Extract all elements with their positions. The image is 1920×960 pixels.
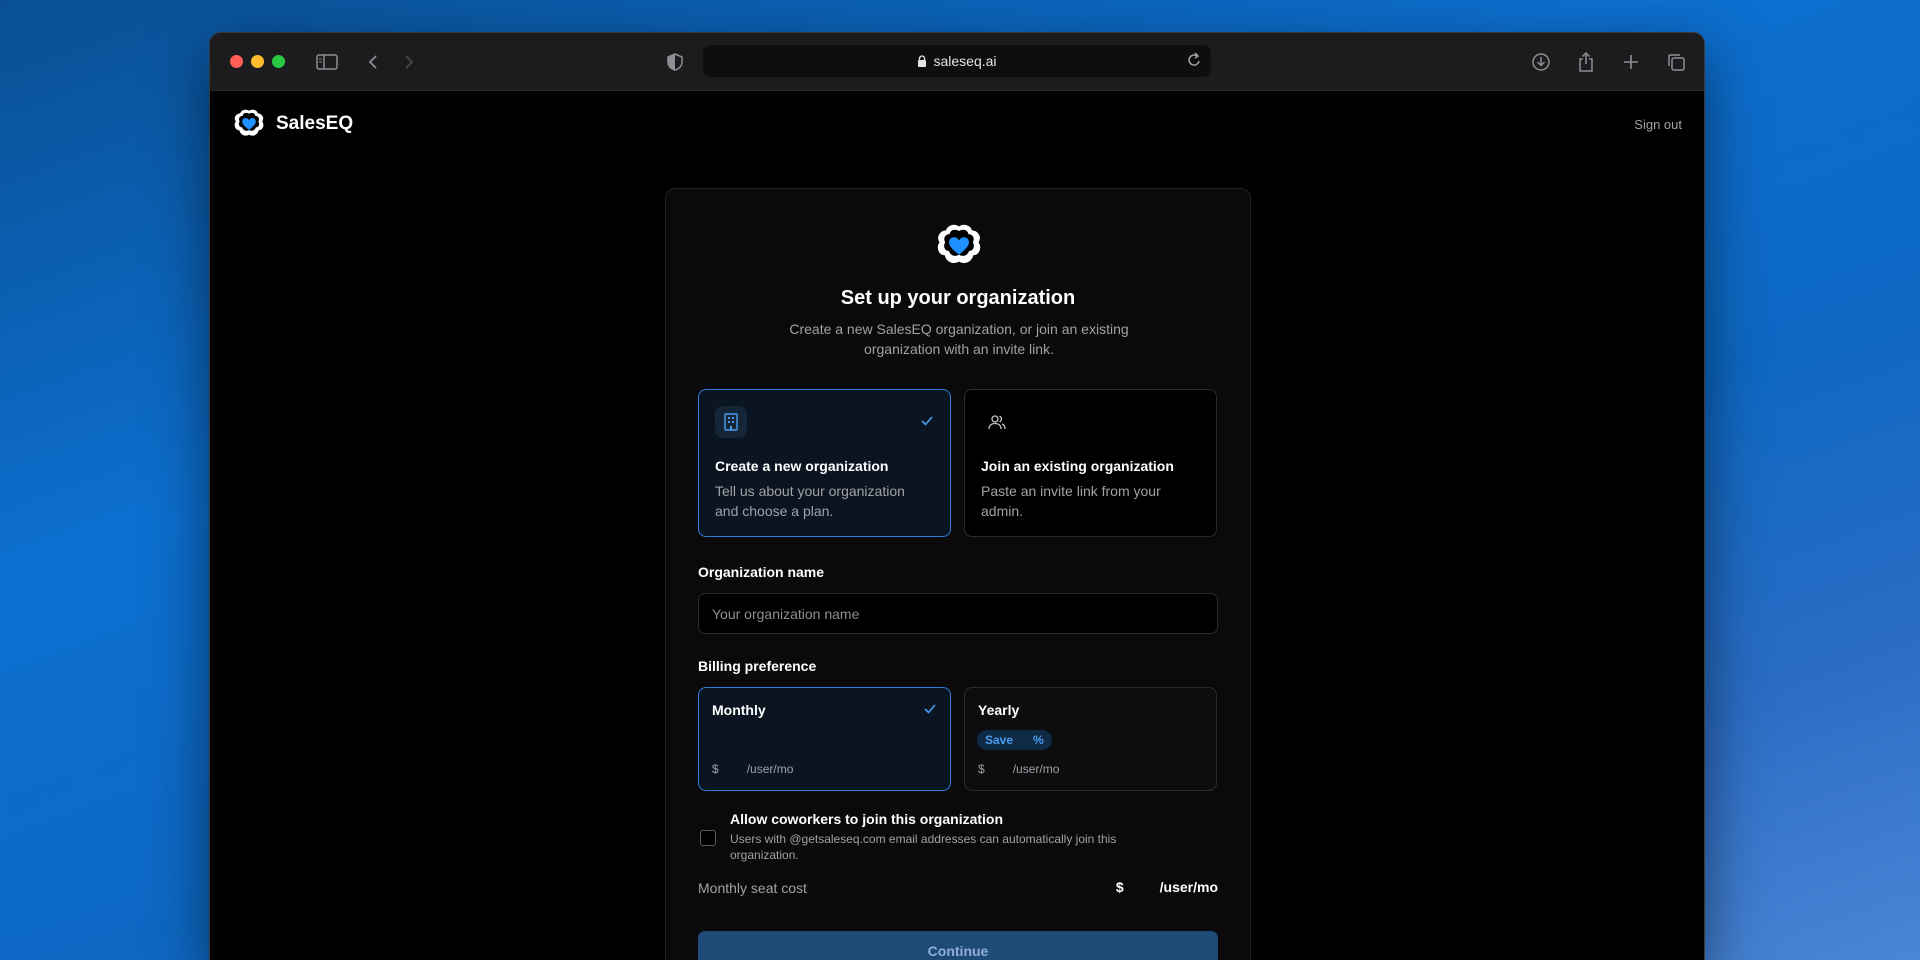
back-icon[interactable] (360, 49, 386, 75)
save-badge: Save % (977, 730, 1052, 750)
check-icon (923, 702, 937, 720)
app-header: SalesEQ Sign out (210, 91, 1704, 157)
billing-yearly-option[interactable]: Yearly Save % $ /user/mo (964, 687, 1217, 791)
card-logo-icon (934, 221, 984, 276)
close-window-button[interactable] (230, 55, 243, 68)
billing-price: $ /user/mo (712, 762, 793, 776)
seat-cost-unit: /user/mo (1159, 879, 1218, 895)
address-bar[interactable]: saleseq.ai (703, 45, 1211, 77)
tab-overview-icon[interactable] (1663, 49, 1689, 75)
reload-icon[interactable] (1187, 52, 1201, 71)
price-currency: $ (712, 762, 719, 776)
price-unit: /user/mo (1012, 762, 1060, 776)
saleseq-logo-icon (234, 109, 264, 136)
org-name-input[interactable] (698, 593, 1218, 634)
option-description: Tell us about your organization and choo… (715, 483, 905, 519)
seat-cost-value: $ /user/mo (1116, 879, 1218, 895)
sidebar-toggle-icon[interactable] (314, 49, 340, 75)
org-name-label: Organization name (698, 564, 825, 580)
building-icon (715, 406, 747, 438)
option-create-organization[interactable]: Create a new organization Tell us about … (698, 389, 951, 537)
billing-monthly-option[interactable]: Monthly $ /user/mo (698, 687, 951, 791)
browser-toolbar: saleseq.ai (210, 33, 1704, 91)
setup-card: Set up your organization Create a new Sa… (665, 188, 1251, 960)
brand-name: SalesEQ (276, 113, 354, 134)
browser-window: saleseq.ai SalesEQ Sign out Set up your … (209, 32, 1705, 960)
minimize-window-button[interactable] (251, 55, 264, 68)
billing-title: Monthly (712, 702, 766, 718)
price-unit: /user/mo (746, 762, 794, 776)
continue-button[interactable]: Continue (698, 931, 1218, 960)
brand[interactable]: SalesEQ (232, 107, 353, 141)
option-title: Create a new organization (715, 458, 889, 474)
address-url: saleseq.ai (933, 53, 997, 69)
allow-coworkers-description: Users with @getsaleseq.com email address… (730, 832, 1117, 862)
option-join-organization[interactable]: Join an existing organization Paste an i… (964, 389, 1217, 537)
seat-cost-currency: $ (1115, 879, 1124, 895)
billing-title: Yearly (978, 702, 1020, 718)
badge-save-text: Save (985, 733, 1014, 747)
billing-label: Billing preference (698, 658, 817, 674)
lock-icon (918, 55, 927, 67)
check-icon (920, 414, 934, 432)
price-currency: $ (978, 762, 985, 776)
allow-coworkers-title: Allow coworkers to join this organizatio… (730, 811, 1004, 827)
share-icon[interactable] (1573, 49, 1599, 75)
option-title: Join an existing organization (981, 458, 1174, 474)
seat-cost-label: Monthly seat cost (698, 880, 807, 896)
window-controls (230, 55, 285, 68)
page-subtitle: Create a new SalesEQ organization, or jo… (789, 321, 1129, 357)
privacy-shield-icon[interactable] (662, 49, 688, 75)
forward-icon[interactable] (396, 49, 422, 75)
billing-price: $ /user/mo (978, 762, 1059, 776)
downloads-icon[interactable] (1528, 49, 1554, 75)
users-icon (981, 406, 1013, 438)
badge-percent-text: % (1033, 733, 1044, 747)
sign-out-link[interactable]: Sign out (1634, 117, 1682, 132)
allow-coworkers-checkbox[interactable] (700, 830, 716, 846)
seat-cost-row: Monthly seat cost $ /user/mo (698, 877, 1218, 901)
page-title: Set up your organization (840, 287, 1076, 309)
zoom-window-button[interactable] (272, 55, 285, 68)
new-tab-icon[interactable] (1618, 49, 1644, 75)
option-description: Paste an invite link from your admin. (981, 483, 1161, 519)
